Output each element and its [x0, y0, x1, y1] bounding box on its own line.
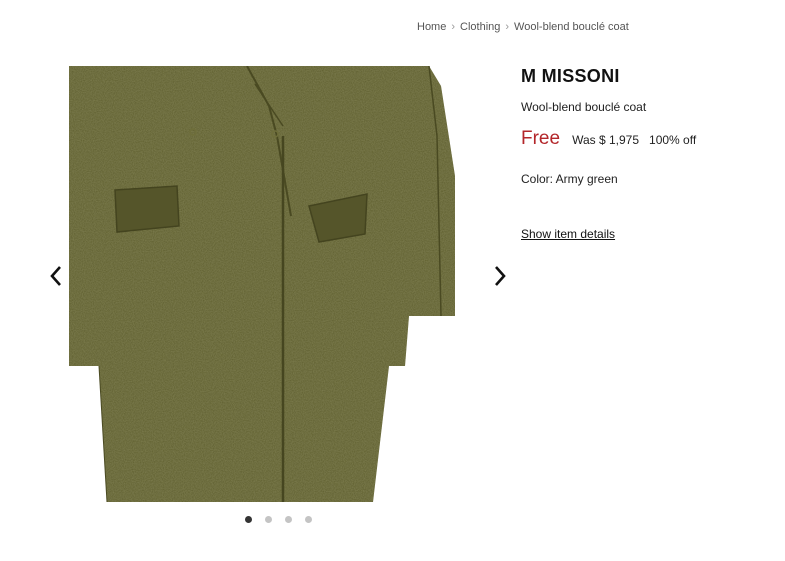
discount-label: 100% off [649, 133, 697, 147]
product-gallery [40, 66, 520, 506]
next-image-button[interactable] [488, 262, 512, 290]
current-price: Free [521, 128, 561, 149]
gallery-dot-2[interactable] [265, 516, 272, 523]
breadcrumb-separator: › [505, 21, 510, 33]
product-image [69, 66, 455, 502]
original-price: Was $ 1,975 [572, 133, 640, 147]
gallery-dot-3[interactable] [285, 516, 292, 523]
product-name: Wool-blend bouclé coat [521, 100, 647, 114]
gallery-pagination [245, 516, 312, 523]
chevron-left-icon [50, 266, 61, 286]
product-info: M MISSONI Wool-blend bouclé coat Free Wa… [521, 64, 771, 243]
show-item-details-link[interactable]: Show item details [521, 227, 615, 241]
gallery-dot-4[interactable] [305, 516, 312, 523]
breadcrumb: Home › Clothing › Wool-blend bouclé coat [417, 21, 629, 33]
breadcrumb-home[interactable]: Home [417, 21, 446, 33]
breadcrumb-clothing[interactable]: Clothing [460, 21, 500, 33]
gallery-dot-1[interactable] [245, 516, 252, 523]
breadcrumb-current[interactable]: Wool-blend bouclé coat [514, 21, 629, 33]
breadcrumb-separator: › [451, 21, 456, 33]
price-row: Free Was $ 1,975 100% off [521, 128, 771, 150]
previous-image-button[interactable] [44, 262, 68, 290]
brand-name: M MISSONI [521, 66, 620, 86]
color-label: Color: Army green [521, 172, 618, 186]
chevron-right-icon [495, 266, 506, 286]
